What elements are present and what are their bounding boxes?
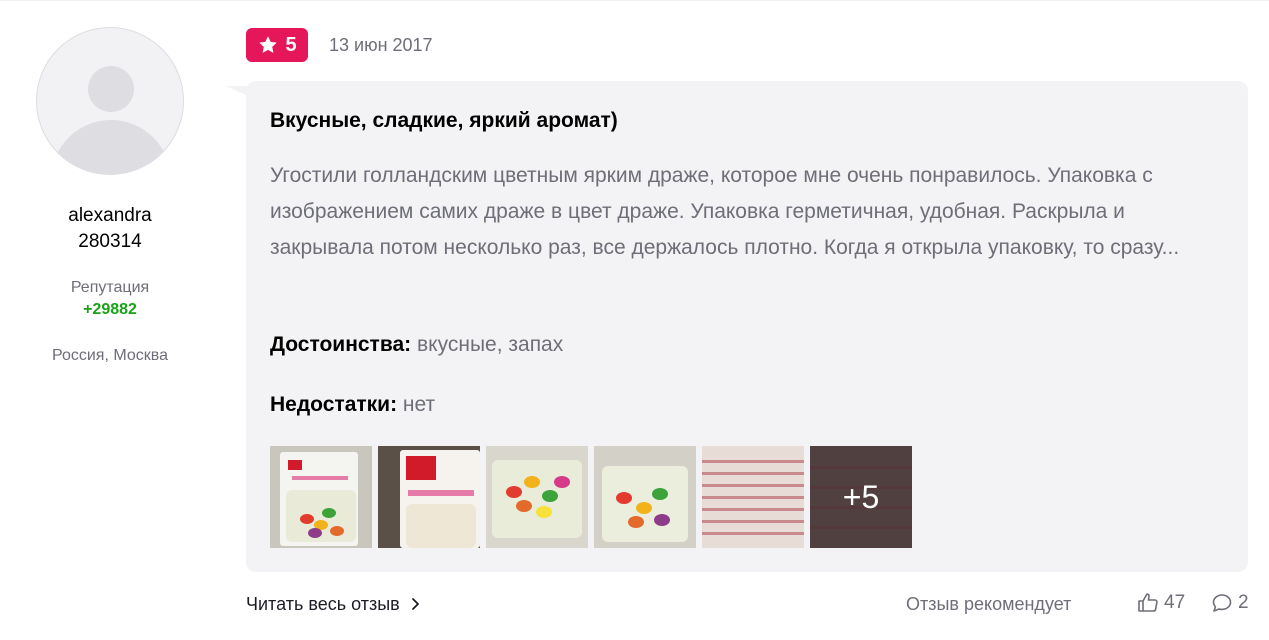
thumbs-up-icon: [1138, 593, 1158, 612]
star-icon: [259, 36, 278, 53]
photo-gallery: +5: [270, 446, 912, 548]
review-photo-4[interactable]: [594, 446, 696, 548]
author-location: Россия, Москва: [52, 347, 168, 364]
more-photos-count: +5: [810, 446, 912, 548]
review-photo-3[interactable]: [486, 446, 588, 548]
like-button[interactable]: 47: [1136, 591, 1185, 615]
rating-value: 5: [285, 34, 297, 56]
review-date: 13 июн 2017: [329, 35, 433, 55]
likes-count: 47: [1164, 592, 1186, 613]
author-name[interactable]: alexandra 280314: [20, 203, 200, 255]
cons-label: Недостатки:: [270, 393, 398, 416]
avatar-body-shape: [51, 120, 171, 174]
read-more-label: Читать весь отзыв: [246, 594, 400, 614]
comments-button[interactable]: 2: [1210, 591, 1249, 615]
author-name-line1[interactable]: alexandra: [20, 203, 200, 229]
author-name-line2[interactable]: 280314: [20, 229, 200, 255]
review-cons: Недостатки: нет: [270, 392, 435, 418]
review-text[interactable]: Угостили голландским цветным ярким драже…: [270, 158, 1230, 266]
rating-badge: 5: [246, 28, 308, 62]
read-full-review-link[interactable]: Читать весь отзыв: [246, 593, 420, 615]
review-photo-1[interactable]: [270, 446, 372, 548]
review-photo-5[interactable]: [702, 446, 804, 548]
avatar[interactable]: [36, 27, 184, 175]
reputation-value: +29882: [83, 301, 137, 318]
pros-value: вкусные, запах: [417, 333, 564, 356]
review-pros: Достоинства: вкусные, запах: [270, 332, 563, 358]
review-photo-more[interactable]: +5: [810, 446, 912, 548]
review-photo-2[interactable]: [378, 446, 480, 548]
chevron-right-icon: [411, 598, 419, 610]
pros-label: Достоинства:: [270, 333, 412, 356]
cons-value: нет: [402, 393, 436, 416]
card-pointer: [226, 86, 248, 96]
top-divider: [0, 0, 1269, 1]
review-title[interactable]: Вкусные, сладкие, яркий аромат): [270, 108, 618, 134]
recommends-label: Отзыв рекомендует: [906, 594, 1072, 614]
reputation-label: Репутация: [70, 279, 150, 296]
avatar-head-shape: [88, 66, 134, 112]
comment-icon: [1212, 594, 1232, 612]
comments-count: 2: [1238, 592, 1249, 613]
